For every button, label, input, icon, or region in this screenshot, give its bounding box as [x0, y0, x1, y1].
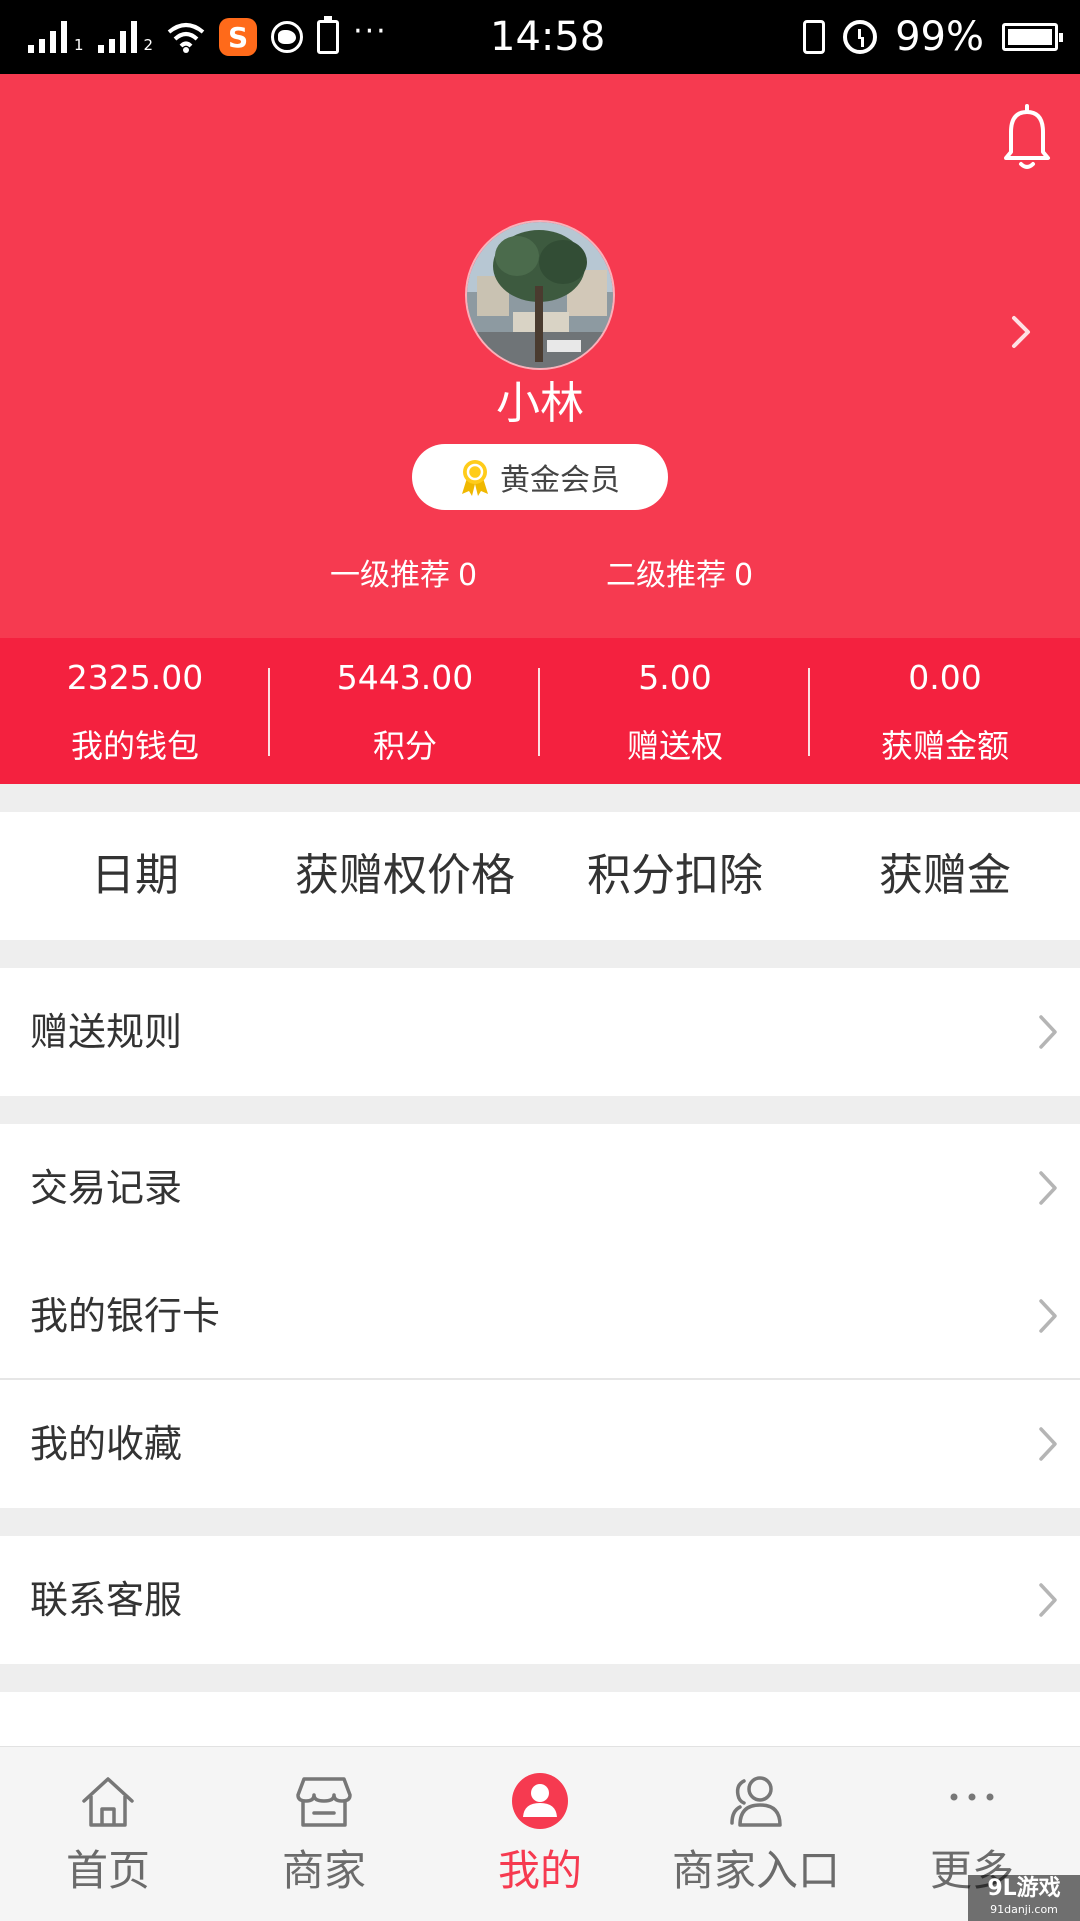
watermark-sub: 91danji.com: [990, 1903, 1058, 1916]
referral-level2[interactable]: 二级推荐 0: [606, 550, 753, 594]
column-points-deducted: 积分扣除: [587, 850, 763, 901]
profile-chevron-right-icon[interactable]: [1010, 314, 1032, 350]
list-footer-spacer: [0, 1692, 1080, 1746]
stat-received-amount-label: 获赠金额: [880, 727, 1009, 765]
tab-home-label: 首页: [65, 1846, 150, 1895]
menu-item-gift-rules[interactable]: 赠送规则: [0, 968, 1080, 1096]
globe-icon: [271, 21, 304, 53]
chevron-right-icon: [1039, 1015, 1057, 1049]
stat-gift-rights-label: 赠送权: [626, 727, 723, 765]
referral-counts: 一级推荐 0 二级推荐 0: [0, 550, 1080, 596]
stat-gift-rights-value: 5.00: [638, 658, 712, 697]
status-icons-left: 1 2 S ···: [28, 14, 388, 60]
stat-wallet-label: 我的钱包: [70, 727, 199, 765]
member-level-label: 黄金会员: [500, 463, 620, 498]
user-name: 小林: [496, 378, 584, 429]
battery-fill: [1008, 29, 1052, 45]
menu-item-transactions[interactable]: 交易记录: [0, 1124, 1080, 1252]
signal-sim1-icon: 1: [28, 21, 84, 53]
member-level-badge[interactable]: 黄金会员: [412, 444, 668, 510]
referral-level1-label: 一级推荐: [330, 558, 450, 593]
signal-sim2-icon: 2: [97, 21, 154, 54]
account-stats: 2325.00 我的钱包 5443.00 积分 5.00 赠送权 0.00 获赠…: [0, 638, 1080, 784]
tab-mine-label: 我的: [497, 1846, 582, 1895]
stat-gift-rights[interactable]: 5.00 赠送权: [540, 638, 810, 784]
referral-level1-count: 0: [458, 558, 478, 593]
column-gift-amount: 获赠金: [879, 850, 1011, 901]
column-date: 日期: [91, 850, 179, 901]
menu-item-label: 赠送规则: [30, 1010, 183, 1054]
stat-wallet-value: 2325.00: [66, 658, 204, 697]
menu-group-rules: 赠送规则: [0, 968, 1080, 1096]
tab-mine[interactable]: 我的: [432, 1747, 648, 1921]
tab-home[interactable]: 首页: [0, 1747, 216, 1921]
more-icon: [950, 1793, 994, 1801]
battery-saver-icon: [317, 16, 340, 54]
menu-item-contact-service[interactable]: 联系客服: [0, 1536, 1080, 1664]
site-watermark: 9L游戏 91danji.com: [968, 1875, 1080, 1921]
column-gift-price: 获赠权价格: [295, 850, 515, 901]
profile-header: 小林 黄金会员 一级推荐 0 二级推荐 0: [0, 74, 1080, 639]
more-notifications-icon: ···: [353, 14, 388, 49]
referral-level2-label: 二级推荐: [606, 558, 726, 593]
menu-item-bank-cards[interactable]: 我的银行卡: [0, 1252, 1080, 1380]
medal-icon: [462, 460, 488, 496]
stat-points-label: 积分: [372, 727, 437, 765]
referral-level1[interactable]: 一级推荐 0: [330, 550, 477, 594]
menu-group-support: 联系客服: [0, 1536, 1080, 1664]
chevron-right-icon: [1039, 1583, 1057, 1617]
referral-level2-count: 0: [734, 558, 754, 593]
chevron-right-icon: [1039, 1171, 1057, 1205]
stat-points-value: 5443.00: [336, 658, 474, 697]
users-icon: [730, 1776, 782, 1827]
bottom-nav: 首页 商家 我的 商家入口 更多 9L游戏 91danji.com: [0, 1746, 1080, 1921]
battery-percent: 99%: [895, 14, 984, 60]
menu-item-label: 我的银行卡: [30, 1294, 221, 1338]
tab-merchant-entry-label: 商家入口: [671, 1846, 840, 1895]
watermark-main: 9L游戏: [987, 1876, 1061, 1901]
menu-item-favorites[interactable]: 我的收藏: [0, 1380, 1080, 1508]
menu-item-label: 我的收藏: [30, 1422, 183, 1466]
status-bar: 1 2 S ··· 14:58 99%: [0, 0, 1080, 74]
chevron-right-icon: [1039, 1427, 1057, 1461]
bell-icon[interactable]: [1002, 102, 1052, 170]
avatar[interactable]: [465, 220, 615, 370]
alarm-icon: [843, 20, 878, 54]
store-icon: [296, 1777, 352, 1827]
menu-item-label: 交易记录: [30, 1166, 183, 1210]
tab-merchants[interactable]: 商家: [216, 1747, 432, 1921]
tab-merchant-entry[interactable]: 商家入口: [648, 1747, 864, 1921]
profile-icon: [512, 1773, 568, 1829]
sim1-label: 1: [74, 36, 84, 54]
chevron-right-icon: [1039, 1299, 1057, 1333]
menu-item-label: 联系客服: [30, 1578, 183, 1622]
gift-table-header: 日期 获赠权价格 积分扣除 获赠金: [0, 812, 1080, 940]
home-icon: [82, 1777, 134, 1827]
stat-received-amount[interactable]: 0.00 获赠金额: [810, 638, 1080, 784]
status-time: 14:58: [490, 14, 606, 60]
tab-merchants-label: 商家: [281, 1846, 366, 1895]
vibrate-icon: [803, 20, 826, 54]
status-icons-right: 99%: [803, 14, 1063, 60]
stat-points[interactable]: 5443.00 积分: [270, 638, 540, 784]
wifi-icon: [167, 23, 205, 53]
sim2-label: 2: [143, 36, 154, 54]
sogou-app-icon: S: [219, 18, 258, 56]
menu-group-account: 交易记录 我的银行卡 我的收藏: [0, 1124, 1080, 1508]
stat-wallet[interactable]: 2325.00 我的钱包: [0, 638, 270, 784]
stat-received-amount-value: 0.00: [908, 658, 982, 697]
battery-icon: [1002, 23, 1063, 51]
